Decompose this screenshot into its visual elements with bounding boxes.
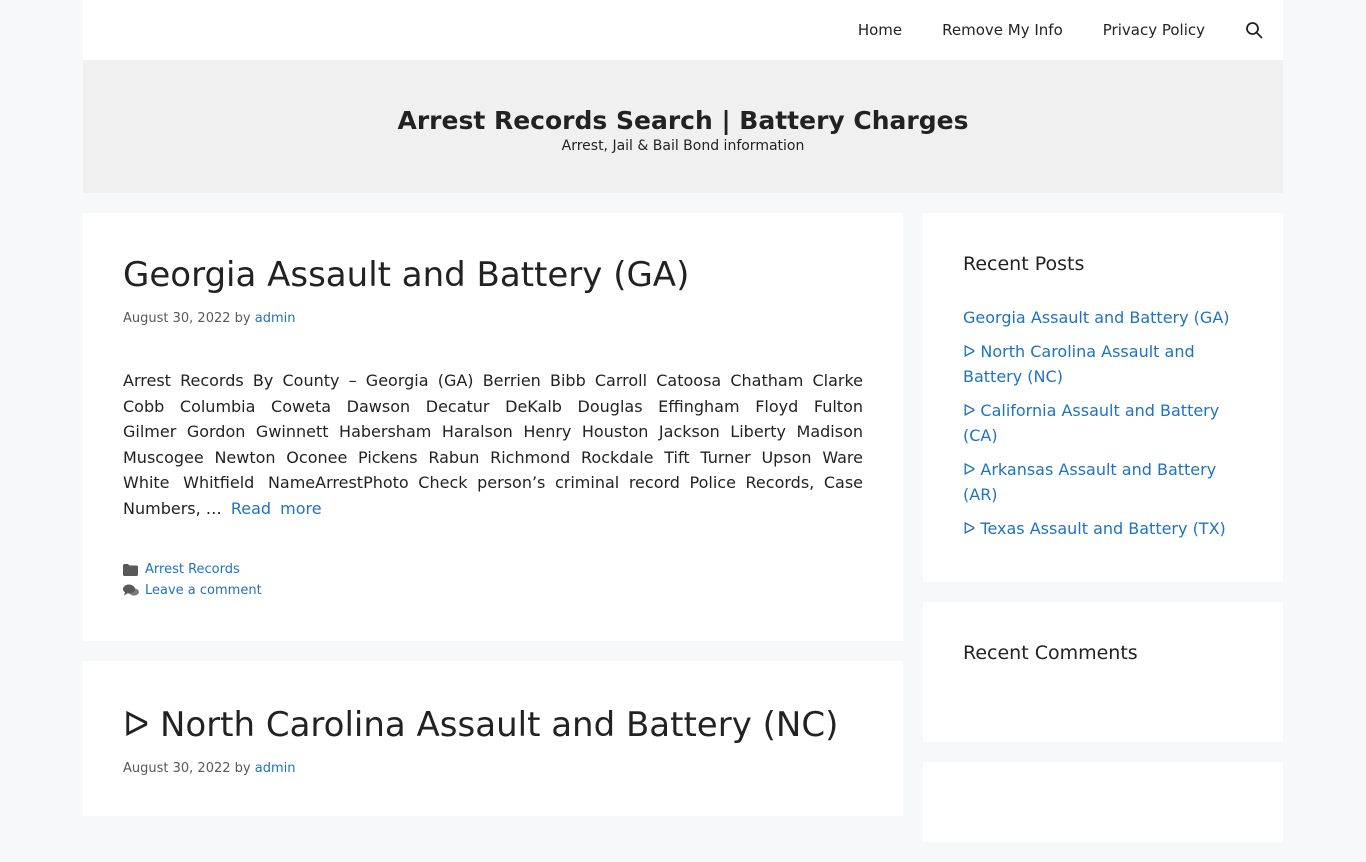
nav-privacy-policy[interactable]: Privacy Policy xyxy=(1103,21,1205,39)
site-title[interactable]: Arrest Records Search | Battery Charges xyxy=(397,106,968,136)
list-item: ᐅ Texas Assault and Battery (TX) xyxy=(963,516,1243,541)
recent-post-link[interactable]: ᐅ North Carolina Assault and Battery (NC… xyxy=(963,342,1195,386)
read-more-link[interactable]: Read more xyxy=(231,499,322,518)
post-date: August 30, 2022 xyxy=(123,761,231,776)
search-icon[interactable] xyxy=(1245,21,1263,39)
main-layout: Georgia Assault and Battery (GA) August … xyxy=(83,213,1283,862)
recent-post-link[interactable]: ᐅ Texas Assault and Battery (TX) xyxy=(963,519,1226,538)
post-excerpt: Arrest Records By County – Georgia (GA) … xyxy=(123,368,863,521)
folder-icon xyxy=(123,563,139,576)
list-item: ᐅ Arkansas Assault and Battery (AR) xyxy=(963,457,1243,507)
recent-post-link[interactable]: ᐅ California Assault and Battery (CA) xyxy=(963,401,1219,445)
sidebar-widget xyxy=(923,762,1283,842)
sidebar: Recent Posts Georgia Assault and Battery… xyxy=(923,213,1283,862)
post-article: Georgia Assault and Battery (GA) August … xyxy=(83,213,903,641)
post-meta: August 30, 2022 by admin xyxy=(123,761,863,776)
post-title[interactable]: ᐅ North Carolina Assault and Battery (NC… xyxy=(123,703,863,747)
recent-posts-title: Recent Posts xyxy=(963,253,1085,275)
site-description: Arrest, Jail & Bail Bond information xyxy=(561,137,805,154)
recent-comments-title: Recent Comments xyxy=(963,642,1138,664)
nav-home[interactable]: Home xyxy=(858,21,902,39)
recent-post-link[interactable]: Georgia Assault and Battery (GA) xyxy=(963,308,1230,327)
nav-remove-my-info[interactable]: Remove My Info xyxy=(942,21,1063,39)
list-item: Georgia Assault and Battery (GA) xyxy=(963,305,1243,330)
post-by: by xyxy=(234,761,251,776)
post-author-link[interactable]: admin xyxy=(255,761,296,776)
recent-posts-list: Georgia Assault and Battery (GA) ᐅ North… xyxy=(963,305,1243,541)
post-meta: August 30, 2022 by admin xyxy=(123,311,863,326)
recent-post-link[interactable]: ᐅ Arkansas Assault and Battery (AR) xyxy=(963,460,1216,504)
post-author-link[interactable]: admin xyxy=(255,311,296,326)
content-area: Georgia Assault and Battery (GA) August … xyxy=(83,213,903,862)
top-navigation: Home Remove My Info Privacy Policy xyxy=(83,0,1283,60)
recent-posts-widget: Recent Posts Georgia Assault and Battery… xyxy=(923,213,1283,582)
post-by: by xyxy=(234,311,251,326)
post-article: ᐅ North Carolina Assault and Battery (NC… xyxy=(83,661,903,816)
post-title[interactable]: Georgia Assault and Battery (GA) xyxy=(123,253,863,297)
list-item: ᐅ North Carolina Assault and Battery (NC… xyxy=(963,339,1243,389)
list-item: ᐅ California Assault and Battery (CA) xyxy=(963,398,1243,448)
post-footer-meta: Arrest Records Leave a comment xyxy=(123,559,863,601)
recent-comments-widget: Recent Comments xyxy=(923,602,1283,742)
leave-comment-link[interactable]: Leave a comment xyxy=(145,583,262,598)
comments-icon xyxy=(123,584,139,597)
site-container: Home Remove My Info Privacy Policy Arres… xyxy=(83,0,1283,862)
site-header: Arrest Records Search | Battery Charges … xyxy=(83,60,1283,193)
post-date: August 30, 2022 xyxy=(123,311,231,326)
category-link[interactable]: Arrest Records xyxy=(145,562,240,577)
